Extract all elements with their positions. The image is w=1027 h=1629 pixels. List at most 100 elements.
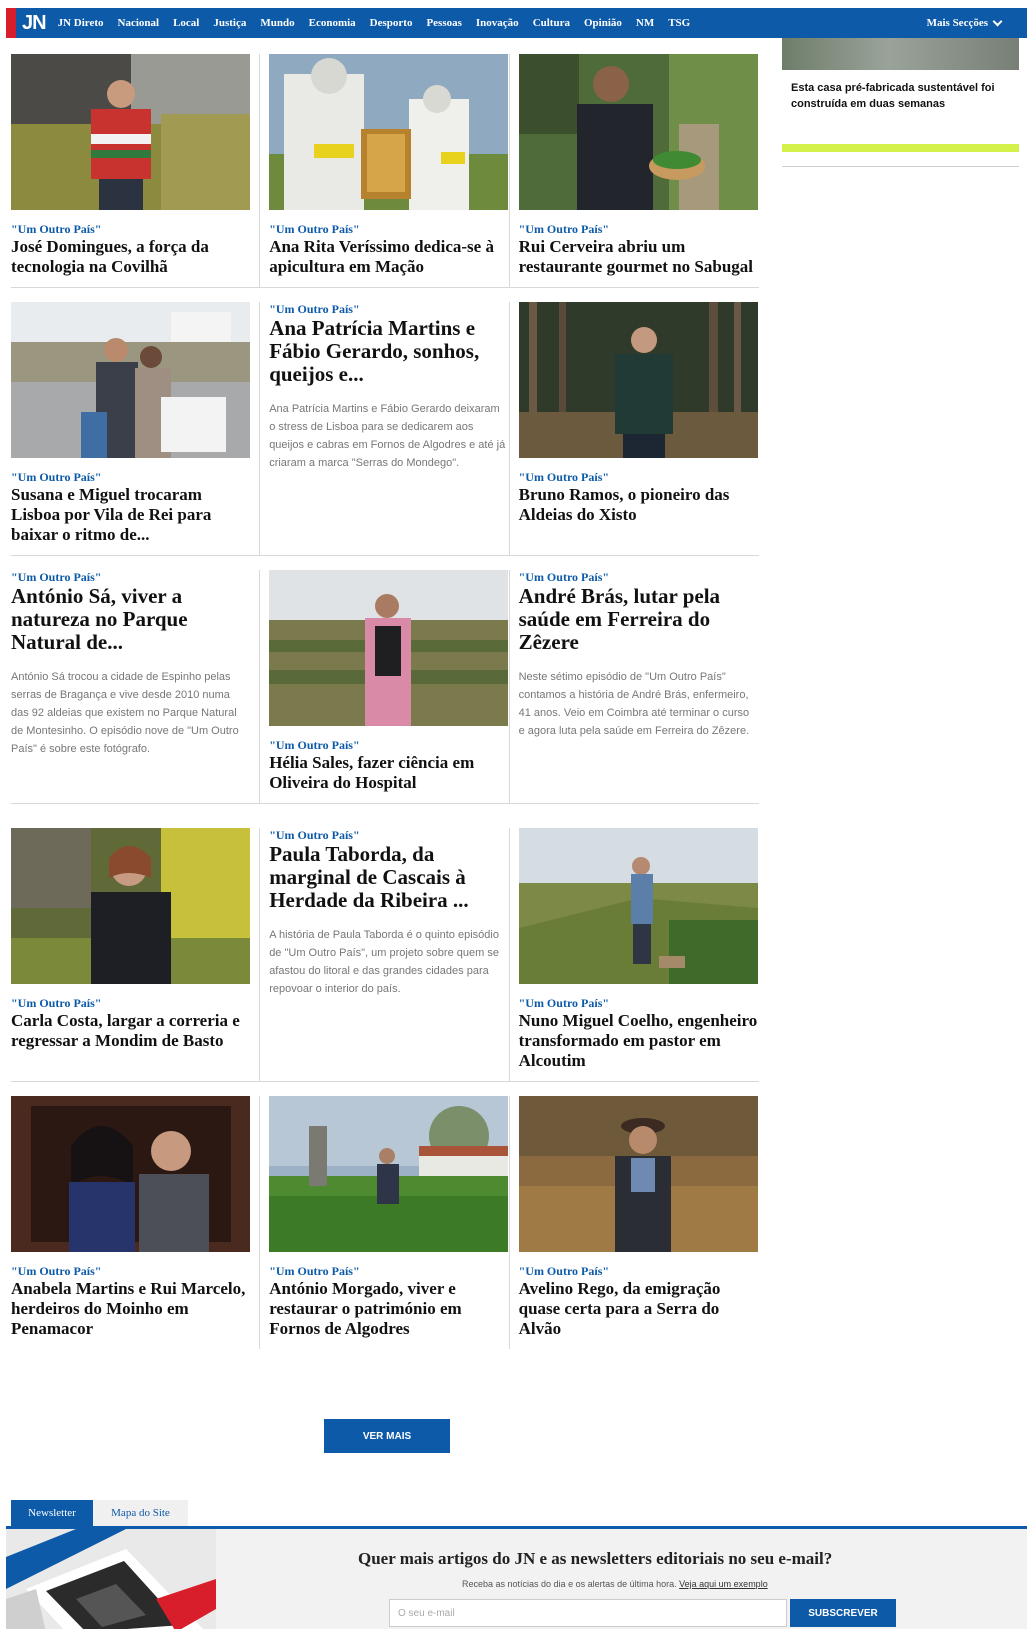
article-kicker: "Um Outro País" <box>11 222 102 236</box>
article-photo[interactable] <box>11 54 250 210</box>
article-kicker: "Um Outro País" <box>269 1264 360 1278</box>
article-kicker: "Um Outro País" <box>269 302 360 316</box>
article-headline[interactable]: Susana e Miguel trocaram Lisboa por Vila… <box>11 485 250 555</box>
sidebar-headline[interactable]: Esta casa pré-fabricada sustentável foi … <box>782 70 1019 152</box>
more-sections-button[interactable]: Mais Secções <box>926 16 1027 29</box>
newsletter-subtitle-text: Receba as notícias do dia e os alertas d… <box>462 1579 677 1589</box>
chevron-down-icon <box>992 16 1003 26</box>
article-card[interactable]: "Um Outro País" José Domingues, a força … <box>11 54 261 287</box>
article-row: "Um Outro País" Carla Costa, largar a co… <box>11 828 759 1082</box>
nav-item-economia[interactable]: Economia <box>309 17 356 29</box>
nav-item-opiniao[interactable]: Opinião <box>584 17 622 29</box>
article-photo[interactable] <box>11 1096 250 1252</box>
article-photo[interactable] <box>518 302 758 458</box>
article-kicker: "Um Outro País" <box>11 996 102 1010</box>
newsletter-title: Quer mais artigos do JN e as newsletters… <box>358 1549 833 1568</box>
article-photo[interactable] <box>518 1096 758 1252</box>
nav-item-nacional[interactable]: Nacional <box>118 17 160 29</box>
nav-item-tsg[interactable]: TSG <box>668 17 690 29</box>
nav-item-mundo[interactable]: Mundo <box>260 17 294 29</box>
article-lead: Ana Patrícia Martins e Fábio Gerardo dei… <box>269 403 506 469</box>
article-card[interactable]: "Um Outro País" Bruno Ramos, o pioneiro … <box>510 302 759 555</box>
tab-newsletter[interactable]: Newsletter <box>11 1500 93 1526</box>
article-card[interactable]: "Um Outro País" Paula Taborda, da margin… <box>260 828 510 1081</box>
article-headline[interactable]: José Domingues, a força da tecnologia na… <box>11 237 250 287</box>
newsletter-panel: Quer mais artigos do JN e as newsletters… <box>6 1526 1027 1629</box>
article-card[interactable]: "Um Outro País" António Morgado, viver e… <box>260 1096 510 1349</box>
article-card[interactable]: "Um Outro País" Hélia Sales, fazer ciênc… <box>260 570 510 803</box>
article-kicker: "Um Outro País" <box>518 1264 610 1278</box>
see-more-button[interactable]: VER MAIS <box>324 1419 450 1453</box>
article-headline[interactable]: Paula Taborda, da marginal de Cascais à … <box>269 843 508 912</box>
sidebar-divider <box>782 166 1019 167</box>
article-photo[interactable] <box>11 302 250 458</box>
article-headline[interactable]: António Sá, viver a natureza no Parque N… <box>11 585 250 654</box>
article-headline[interactable]: Ana Patrícia Martins e Fábio Gerardo, so… <box>269 317 508 386</box>
subscribe-button[interactable]: SUBSCREVER <box>790 1599 896 1627</box>
article-kicker: "Um Outro País" <box>269 828 360 842</box>
article-card[interactable]: "Um Outro País" André Brás, lutar pela s… <box>510 570 759 803</box>
article-kicker: "Um Outro País" <box>269 738 360 752</box>
article-lead: António Sá trocou a cidade de Espinho pe… <box>11 671 239 755</box>
article-grid: "Um Outro País" José Domingues, a força … <box>11 54 759 1363</box>
article-card[interactable]: "Um Outro País" António Sá, viver a natu… <box>11 570 261 803</box>
top-navigation-bar: JN JN Direto Nacional Local Justiça Mund… <box>6 8 1027 38</box>
article-headline[interactable]: Hélia Sales, fazer ciência em Oliveira d… <box>269 753 508 803</box>
nav-item-jn-direto[interactable]: JN Direto <box>58 17 104 29</box>
article-kicker: "Um Outro País" <box>11 470 102 484</box>
nav-item-pessoas[interactable]: Pessoas <box>426 17 461 29</box>
article-row: "Um Outro País" José Domingues, a força … <box>11 54 759 288</box>
article-headline[interactable]: Ana Rita Veríssimo dedica-se à apicultur… <box>269 237 508 287</box>
brand-stripe <box>6 8 16 38</box>
nav-item-cultura[interactable]: Cultura <box>533 17 570 29</box>
article-headline[interactable]: António Morgado, viver e restaurar o pat… <box>269 1279 508 1349</box>
article-card[interactable]: "Um Outro País" Nuno Miguel Coelho, enge… <box>510 828 759 1081</box>
article-headline[interactable]: Carla Costa, largar a correria e regress… <box>11 1011 250 1061</box>
article-kicker: "Um Outro País" <box>518 470 610 484</box>
article-card[interactable]: "Um Outro País" Susana e Miguel trocaram… <box>11 302 261 555</box>
article-row: "Um Outro País" Susana e Miguel trocaram… <box>11 302 759 556</box>
tab-site-map[interactable]: Mapa do Site <box>93 1500 188 1526</box>
article-lead: A história de Paula Taborda é o quinto e… <box>269 929 499 995</box>
article-photo[interactable] <box>269 54 509 210</box>
article-photo[interactable] <box>11 828 250 984</box>
main-nav: JN Direto Nacional Local Justiça Mundo E… <box>58 17 927 29</box>
sidebar-photo[interactable] <box>782 38 1019 70</box>
article-card[interactable]: "Um Outro País" Avelino Rego, da emigraç… <box>510 1096 759 1349</box>
article-photo[interactable] <box>518 828 758 984</box>
article-headline[interactable]: Anabela Martins e Rui Marcelo, herdeiros… <box>11 1279 250 1349</box>
nav-item-justica[interactable]: Justiça <box>213 17 246 29</box>
article-headline[interactable]: Nuno Miguel Coelho, engenheiro transform… <box>519 1011 758 1081</box>
article-photo[interactable] <box>269 1096 509 1252</box>
sidebar-accent-bar <box>782 144 1019 152</box>
article-card[interactable]: "Um Outro País" Ana Patrícia Martins e F… <box>260 302 510 555</box>
newsletter-example-link[interactable]: Veja aqui um exemplo <box>679 1579 768 1589</box>
article-card[interactable]: "Um Outro País" Rui Cerveira abriu um re… <box>510 54 759 287</box>
article-card[interactable]: "Um Outro País" Anabela Martins e Rui Ma… <box>11 1096 261 1349</box>
article-kicker: "Um Outro País" <box>518 570 610 584</box>
article-kicker: "Um Outro País" <box>11 570 102 584</box>
article-row: "Um Outro País" António Sá, viver a natu… <box>11 570 759 804</box>
article-photo[interactable] <box>269 570 509 726</box>
article-headline[interactable]: Avelino Rego, da emigração quase certa p… <box>519 1279 758 1349</box>
article-headline[interactable]: Bruno Ramos, o pioneiro das Aldeias do X… <box>519 485 758 535</box>
nav-item-inovacao[interactable]: Inovação <box>476 17 519 29</box>
article-photo[interactable] <box>518 54 758 210</box>
email-field[interactable] <box>389 1599 787 1627</box>
nav-item-local[interactable]: Local <box>173 17 199 29</box>
more-sections-label: Mais Secções <box>926 17 988 29</box>
article-kicker: "Um Outro País" <box>518 222 610 236</box>
nav-item-nm[interactable]: NM <box>636 17 654 29</box>
article-row: "Um Outro País" Anabela Martins e Rui Ma… <box>11 1096 759 1349</box>
article-kicker: "Um Outro País" <box>11 1264 102 1278</box>
newsletter-subtitle: Receba as notícias do dia e os alertas d… <box>462 1579 768 1589</box>
newsletter-illustration <box>6 1529 216 1629</box>
article-headline[interactable]: Rui Cerveira abriu um restaurante gourme… <box>519 237 758 287</box>
article-kicker: "Um Outro País" <box>269 222 360 236</box>
nav-item-desporto[interactable]: Desporto <box>370 17 413 29</box>
article-card[interactable]: "Um Outro País" Carla Costa, largar a co… <box>11 828 261 1081</box>
article-lead: Neste sétimo episódio de "Um Outro País"… <box>518 671 750 737</box>
jn-logo[interactable]: JN <box>16 8 58 38</box>
article-card[interactable]: "Um Outro País" Ana Rita Veríssimo dedic… <box>260 54 510 287</box>
article-headline[interactable]: André Brás, lutar pela saúde em Ferreira… <box>519 585 758 654</box>
